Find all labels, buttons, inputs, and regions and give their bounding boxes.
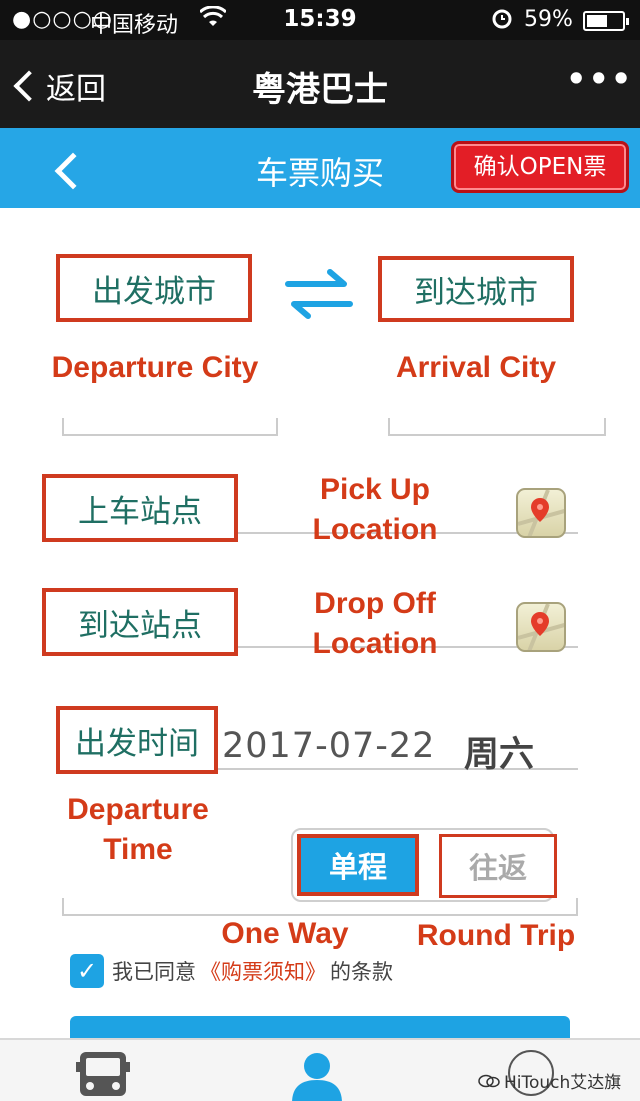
agreement-suffix: 的条款 — [330, 960, 393, 984]
map-pin-icon[interactable] — [516, 488, 566, 538]
departure-time-annotation-line1: Departure — [67, 793, 209, 826]
page-header: 车票购买 确认OPEN票 — [0, 128, 640, 208]
trip-type-toggle: 单程 往返 — [291, 828, 557, 902]
more-options-button[interactable]: ••• — [566, 60, 633, 98]
swap-arrows-icon — [285, 269, 353, 319]
pickup-annotation: Pick Up Location — [292, 470, 458, 550]
departure-time-field[interactable]: 出发时间 — [56, 706, 218, 774]
wechat-nav-bar: 返回 粤港巴士 ••• — [0, 40, 640, 128]
bus-icon[interactable] — [76, 1050, 130, 1101]
departure-time-annotation-line2: Time — [103, 833, 173, 866]
dropoff-annotation-line1: Drop Off — [314, 587, 436, 620]
departure-weekday: 周六 — [464, 735, 535, 775]
pickup-station-field[interactable]: 上车站点 — [42, 474, 238, 542]
one-way-button[interactable]: 单程 — [297, 834, 419, 896]
pickup-annotation-line1: Pick Up — [319, 473, 431, 506]
arrival-city-annotation: Arrival City — [395, 351, 557, 384]
alarm-icon — [490, 6, 514, 36]
confirm-open-ticket-button[interactable]: 确认OPEN票 — [451, 141, 629, 193]
departure-city-annotation: Departure City — [51, 351, 259, 384]
departure-date-value[interactable]: 2017-07-22 — [222, 726, 435, 766]
battery-icon — [583, 11, 629, 31]
watermark: HiTouch艾达旗 — [478, 1068, 621, 1093]
agreement-prefix: 我已同意 — [112, 960, 196, 984]
round-trip-button[interactable]: 往返 — [439, 834, 557, 898]
arrival-city-underline — [388, 418, 606, 436]
one-way-annotation: One Way — [221, 917, 349, 950]
arrival-city-field[interactable]: 到达城市 — [378, 256, 574, 322]
departure-time-annotation: Departure Time — [40, 790, 236, 870]
dropoff-annotation-line2: Location — [312, 627, 438, 660]
dropoff-annotation: Drop Off Location — [292, 584, 458, 664]
map-pin-icon[interactable] — [516, 602, 566, 652]
departure-city-field[interactable]: 出发城市 — [56, 254, 252, 322]
pickup-annotation-line2: Location — [312, 513, 438, 546]
wechat-logo-icon — [478, 1074, 500, 1087]
status-bar: ●○○○○ 中国移动 15:39 59% — [0, 0, 640, 40]
user-icon[interactable] — [288, 1050, 346, 1101]
round-trip-annotation: Round Trip — [416, 919, 576, 952]
agreement-checkbox[interactable]: ✓ — [70, 954, 104, 988]
agreement-row: ✓ 我已同意 《购票须知》 的条款 — [70, 952, 393, 990]
ticket-terms-link[interactable]: 《购票须知》 — [200, 956, 326, 986]
dropoff-station-field[interactable]: 到达站点 — [42, 588, 238, 656]
app-title: 粤港巴士 — [252, 70, 388, 110]
battery-percent: 59% — [524, 7, 573, 32]
departure-city-underline — [62, 418, 278, 436]
swap-cities-button[interactable] — [284, 268, 354, 320]
bottom-tab-bar: HiTouch艾达旗 — [0, 1038, 640, 1101]
submit-button[interactable] — [70, 1016, 570, 1040]
battery-level-fill — [587, 15, 607, 27]
watermark-text: HiTouch艾达旗 — [504, 1073, 622, 1093]
